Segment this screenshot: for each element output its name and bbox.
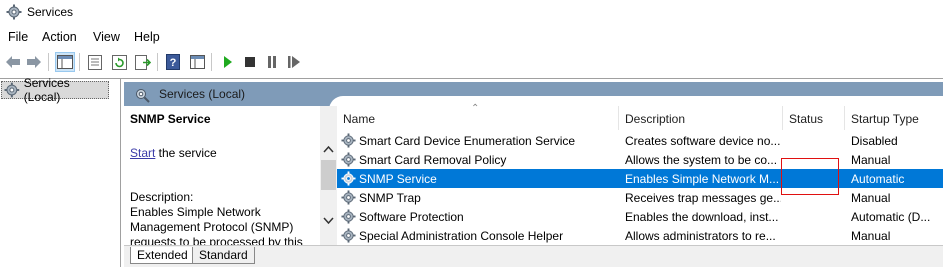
properties-icon[interactable] (85, 52, 105, 72)
forward-arrow-icon[interactable] (24, 52, 44, 72)
selected-service-name: SNMP Service (130, 112, 211, 126)
service-name: Smart Card Device Enumeration Service (359, 134, 576, 148)
export-list-icon[interactable] (133, 52, 153, 72)
table-row[interactable]: Special Administration Console Helper Al… (337, 226, 943, 245)
table-row-selected[interactable]: SNMP Service Enables Simple Network M...… (337, 169, 943, 188)
scroll-down-icon[interactable] (323, 215, 334, 226)
column-header-name[interactable]: ⌃ Name (337, 103, 619, 130)
gear-icon (341, 190, 356, 205)
pane-title: Services (Local) (159, 87, 246, 101)
window-title: Services (27, 5, 74, 19)
gear-icon (341, 152, 356, 167)
console-icon[interactable] (187, 52, 207, 72)
gear-icon (341, 209, 356, 224)
service-description: Creates software device no... (625, 134, 781, 148)
scrollbar-thumb[interactable] (321, 160, 336, 190)
console-tree: Services (Local) (0, 76, 121, 267)
service-description: Enables Simple Network M... (625, 172, 780, 186)
gear-icon (6, 4, 22, 20)
menu-action[interactable]: Action (42, 30, 77, 44)
gear-icon (341, 171, 356, 186)
toolbar: ? (0, 50, 943, 74)
column-header-description[interactable]: Description (619, 106, 783, 130)
description-text: Enables Simple Network Management Protoc… (130, 205, 303, 245)
play-icon[interactable] (218, 52, 238, 72)
service-startup-type: Disabled (851, 134, 898, 148)
service-startup-type: Manual (851, 229, 891, 243)
service-name: Software Protection (359, 210, 464, 224)
service-description: Receives trap messages ge... (625, 191, 781, 205)
service-description: Enables the download, inst... (625, 210, 779, 224)
service-name: SNMP Trap (359, 191, 421, 205)
service-name: Smart Card Removal Policy (359, 153, 507, 167)
gear-icon (341, 133, 356, 148)
menu-bar: File Action View Help (0, 28, 943, 48)
gear-icon (341, 228, 356, 243)
help-icon[interactable]: ? (163, 52, 183, 72)
start-service-line: Start the service (130, 146, 217, 160)
service-name: SNMP Service (359, 172, 437, 186)
title-bar: Services (0, 0, 943, 26)
menu-file[interactable]: File (8, 30, 28, 44)
pause-icon[interactable] (262, 52, 282, 72)
back-arrow-icon[interactable] (3, 52, 23, 72)
table-row[interactable]: Smart Card Removal Policy Allows the sys… (337, 150, 943, 169)
service-startup-type: Manual (851, 191, 891, 205)
restart-icon[interactable] (284, 52, 304, 72)
tab-extended[interactable]: Extended (130, 247, 195, 264)
table-row[interactable]: Smart Card Device Enumeration Service Cr… (337, 131, 943, 150)
scroll-up-icon[interactable] (323, 144, 334, 155)
table-row[interactable]: SNMP Trap Receives trap messages ge... M… (337, 188, 943, 207)
services-pane: Services (Local) SNMP Service Start the … (124, 79, 943, 267)
stop-icon[interactable] (240, 52, 260, 72)
service-startup-type: Automatic (D... (851, 210, 931, 224)
column-header-status[interactable]: Status (783, 106, 845, 130)
service-name: Special Administration Console Helper (359, 229, 564, 243)
service-description: Allows administrators to re... (625, 229, 776, 243)
start-service-link[interactable]: Start (130, 146, 155, 160)
svg-text:?: ? (170, 57, 177, 69)
service-startup-type: Automatic (851, 172, 905, 186)
tree-item-services-local[interactable]: Services (Local) (1, 76, 109, 104)
services-list: ⌃ Name Description Status Startup Type S… (337, 103, 943, 245)
description-label: Description: (130, 190, 194, 204)
search-gear-icon (136, 89, 150, 103)
menu-view[interactable]: View (93, 30, 120, 44)
show-tree-icon[interactable] (55, 52, 75, 72)
service-startup-type: Manual (851, 153, 891, 167)
sort-ascending-icon: ⌃ (471, 103, 480, 114)
tab-standard[interactable]: Standard (192, 247, 255, 264)
tree-item-label: Services (Local) (23, 76, 70, 104)
column-header-startup-type[interactable]: Startup Type (845, 106, 943, 130)
start-service-suffix: the service (155, 146, 217, 160)
service-description: Allows the system to be co... (625, 153, 778, 167)
refresh-icon[interactable] (109, 52, 129, 72)
vertical-scrollbar[interactable] (320, 106, 337, 245)
gear-icon (4, 82, 20, 98)
status-highlight-box (781, 158, 839, 195)
menu-help[interactable]: Help (134, 30, 160, 44)
description-pane: SNMP Service Start the service Descripti… (124, 106, 320, 245)
view-tabs: Extended Standard (124, 245, 943, 267)
table-row[interactable]: Software Protection Enables the download… (337, 207, 943, 226)
